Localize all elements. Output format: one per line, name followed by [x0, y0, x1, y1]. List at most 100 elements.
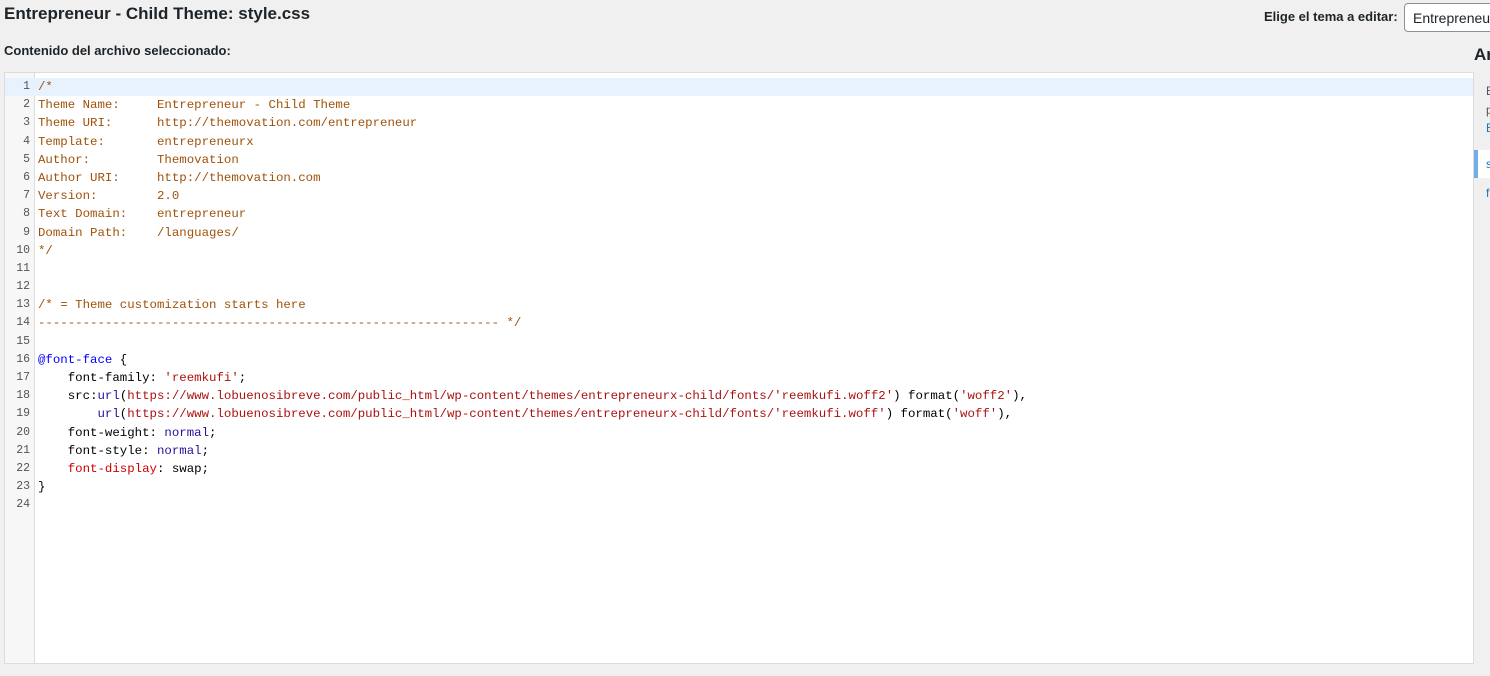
- code-text: Template: entrepreneurx: [38, 133, 254, 151]
- file-content-label: Contenido del archivo seleccionado:: [4, 43, 231, 58]
- line-number: 5: [23, 152, 30, 166]
- code-line[interactable]: 20 font-weight: normal;: [5, 424, 1473, 442]
- code-line[interactable]: 19 url(https://www.lobuenosibreve.com/pu…: [5, 405, 1473, 423]
- code-line[interactable]: 6 Author URI: http://themovation.com: [5, 169, 1473, 187]
- code-token: ) format(: [893, 389, 961, 404]
- code-text: /* = Theme customization starts here: [38, 296, 306, 314]
- code-text: font-style: normal;: [38, 442, 209, 460]
- theme-files-heading: Ar: [1474, 45, 1490, 64]
- code-line[interactable]: 1 /*: [5, 78, 1473, 97]
- code-token: }: [38, 480, 46, 495]
- code-token: ),: [997, 407, 1013, 422]
- line-number: 2: [23, 98, 30, 112]
- line-number: 1: [23, 80, 30, 93]
- code-line[interactable]: 2 Theme Name: Entrepreneur - Child Theme: [5, 96, 1473, 114]
- code-text: Text Domain: entrepreneur: [38, 205, 246, 223]
- line-number: 23: [16, 480, 30, 494]
- code-token: ;: [201, 443, 210, 458]
- line-number: 7: [23, 189, 30, 203]
- code-token: Author: Themovation: [38, 152, 239, 167]
- code-token: https://www.lobuenosibreve.com/public_ht…: [127, 389, 775, 404]
- code-token: */: [38, 243, 53, 258]
- code-line[interactable]: 21 font-style: normal;: [5, 442, 1473, 460]
- code-text: font-display: swap;: [38, 460, 209, 478]
- code-token: :: [149, 425, 165, 440]
- code-token: Author URI: http://themovation.com: [38, 170, 321, 185]
- line-number: 4: [23, 134, 30, 148]
- code-editor[interactable]: 1 /* 2 Theme Name: Entrepreneur - Child The…: [4, 72, 1474, 664]
- code-area[interactable]: 1 /* 2 Theme Name: Entrepreneur - Child The…: [5, 78, 1473, 515]
- code-line[interactable]: 17 font-family: 'reemkufi';: [5, 369, 1473, 387]
- code-token: {: [112, 352, 128, 367]
- line-number: 18: [16, 389, 30, 403]
- line-number: 17: [16, 371, 30, 384]
- code-token: 'woff': [952, 407, 998, 422]
- code-token: Domain Path: /languages/: [38, 225, 239, 240]
- code-token: font-family: [38, 371, 150, 385]
- code-token: :: [149, 371, 165, 385]
- theme-select-label: Elige el tema a editar:: [1264, 9, 1398, 24]
- line-number: 10: [16, 243, 30, 257]
- code-line[interactable]: 4 Template: entrepreneurx: [5, 133, 1473, 151]
- code-text: font-weight: normal;: [38, 424, 217, 442]
- code-token: :: [90, 389, 98, 404]
- code-token: :: [142, 443, 157, 458]
- line-number: 11: [16, 261, 30, 275]
- line-number: 9: [23, 225, 30, 239]
- code-text: @font-face {: [38, 351, 127, 369]
- code-line[interactable]: 14 --------------------------------------…: [5, 314, 1473, 332]
- code-line[interactable]: 22 font-display: swap;: [5, 460, 1473, 478]
- code-line[interactable]: 9 Domain Path: /languages/: [5, 224, 1473, 242]
- code-line[interactable]: 5 Author: Themovation: [5, 151, 1473, 169]
- code-text: }: [38, 478, 45, 496]
- code-line[interactable]: 3 Theme URI: http://themovation.com/entre…: [5, 114, 1473, 132]
- code-token: src: [38, 389, 91, 404]
- code-token: normal: [156, 443, 202, 458]
- code-token: 'woff2': [960, 389, 1013, 404]
- code-token: font-display: [67, 461, 157, 476]
- code-text: src:url(https://www.lobuenosibreve.com/p…: [38, 387, 1027, 405]
- code-token: normal: [164, 425, 210, 440]
- sidebar-file-functions[interactable]: f: [1486, 186, 1489, 200]
- code-text: Author: Themovation: [38, 151, 239, 169]
- code-token: ;: [209, 425, 217, 440]
- code-token: Template: entrepreneurx: [38, 134, 254, 149]
- code-line[interactable]: 11: [5, 260, 1473, 278]
- line-number: 12: [16, 280, 30, 294]
- code-token: 'reemkufi.woff2': [774, 389, 894, 404]
- code-line[interactable]: 23}: [5, 478, 1473, 496]
- code-line[interactable]: 13 /* = Theme customization starts here: [5, 296, 1473, 314]
- sidebar-help-link[interactable]: E: [1486, 121, 1490, 135]
- code-token: Text Domain: entrepreneur: [38, 207, 247, 222]
- sidebar-description: E: [1486, 84, 1490, 98]
- code-line[interactable]: 8 Text Domain: entrepreneur: [5, 205, 1473, 223]
- code-token: /* = Theme customization starts here: [38, 298, 306, 313]
- code-token: 'reemkufi.woff': [774, 407, 886, 422]
- code-token: Version: 2.0: [38, 189, 180, 204]
- code-text: Theme Name: Entrepreneur - Child Theme: [38, 96, 350, 114]
- code-token: font-style: [38, 443, 143, 458]
- sidebar-file-style-css[interactable]: s: [1474, 150, 1490, 178]
- line-number: 14: [16, 316, 30, 330]
- code-text: font-family: 'reemkufi';: [38, 369, 246, 387]
- code-line[interactable]: 24: [5, 496, 1473, 514]
- code-line[interactable]: 7 Version: 2.0: [5, 187, 1473, 205]
- code-line[interactable]: 12: [5, 278, 1473, 296]
- line-number: 22: [16, 461, 30, 475]
- code-text: Author URI: http://themovation.com: [38, 169, 321, 187]
- code-token: 'reemkufi': [164, 371, 239, 385]
- code-token: ) format(: [885, 407, 953, 422]
- code-line[interactable]: 16 @font-face {: [5, 351, 1473, 369]
- code-text: Domain Path: /languages/: [38, 224, 239, 242]
- theme-select-dropdown[interactable]: Entrepreneur: [1404, 3, 1490, 32]
- page-title: Entrepreneur - Child Theme: style.css: [4, 4, 311, 23]
- code-token: font-weight: [38, 425, 150, 440]
- code-token: ),: [1012, 389, 1027, 404]
- code-token: : swap;: [156, 461, 210, 476]
- code-line[interactable]: 18 src:url(https://www.lobuenosibreve.co…: [5, 387, 1473, 405]
- code-text: */: [38, 242, 53, 260]
- code-line[interactable]: 10 */: [5, 242, 1473, 260]
- code-line[interactable]: 15: [5, 333, 1473, 351]
- line-number: 16: [16, 352, 30, 366]
